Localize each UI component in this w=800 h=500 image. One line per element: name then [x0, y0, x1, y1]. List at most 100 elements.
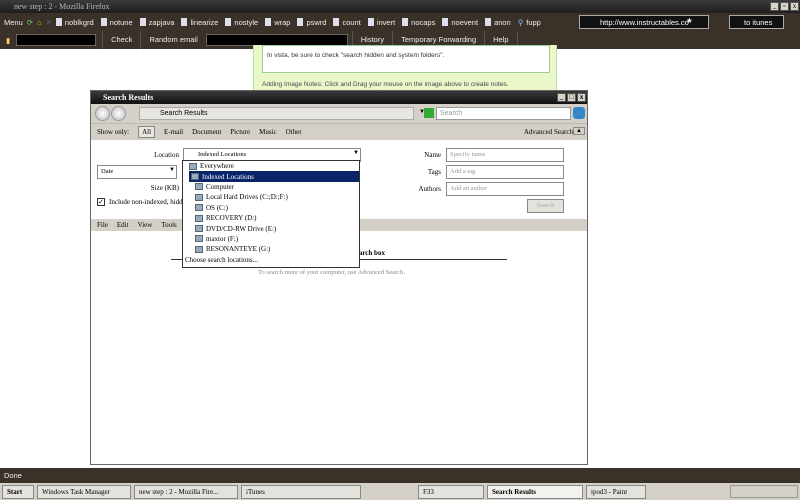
name-input[interactable]: Specify name — [446, 148, 564, 162]
chevron-down-icon: ▼ — [169, 167, 175, 173]
location-option[interactable]: RESONANTEYE (G:) — [183, 244, 359, 254]
page-icon — [442, 18, 449, 26]
bookmark-noblkgrd[interactable]: noblkgrd — [55, 18, 94, 27]
page-icon — [402, 18, 409, 26]
bookmark-linearize[interactable]: linearize — [181, 18, 218, 27]
page-icon — [265, 18, 272, 26]
tags-input[interactable]: Add a tag — [446, 165, 564, 179]
close-button[interactable]: x — [577, 93, 586, 102]
filter-email[interactable]: E-mail — [164, 128, 183, 136]
window-search-input[interactable]: Search — [436, 107, 571, 120]
authors-input[interactable]: Add an author — [446, 182, 564, 196]
chevron-down-icon: ▼ — [353, 150, 359, 156]
choose-search-locations[interactable]: Choose search locations... — [183, 255, 359, 265]
menu-file[interactable]: File — [97, 221, 108, 229]
reload-icon[interactable]: ⟳ — [27, 18, 33, 27]
page-icon — [55, 18, 62, 26]
taskbar-item-active[interactable]: Search Results — [487, 484, 583, 499]
page-icon — [297, 18, 304, 26]
forward-button[interactable] — [111, 106, 126, 121]
bookmark-count[interactable]: count — [333, 18, 361, 27]
tags-label: Tags — [427, 168, 441, 176]
location-dropdown: Everywhere Indexed Locations Computer Lo… — [182, 160, 360, 268]
taskbar-item[interactable]: ipod3 - Paint — [586, 484, 646, 499]
location-option[interactable]: maxtor (F:) — [183, 234, 359, 244]
bookmark-fupp[interactable]: ⚲ fupp — [518, 18, 541, 27]
menu-tools[interactable]: Tools — [161, 221, 176, 229]
usb-drive-icon — [195, 245, 203, 253]
star-icon[interactable]: ★ — [686, 16, 693, 25]
date-select[interactable]: Date ▼ — [97, 165, 177, 179]
taskbar-item[interactable]: iTunes — [241, 484, 361, 499]
filter-music[interactable]: Music — [259, 128, 277, 136]
start-button[interactable]: Start — [2, 484, 34, 499]
bookmark-pswrd[interactable]: pswrd — [297, 18, 326, 27]
bookmark-invert[interactable]: invert — [367, 18, 395, 27]
random-email-button[interactable]: Random email — [140, 31, 205, 49]
search-results-window: Search Results _ □ x Search Results ▼ Sear… — [90, 90, 588, 465]
navigation-toolbar: Menu ⟳ ⌂ ✕ noblkgrd notune zapjava linea… — [0, 13, 800, 31]
collapse-icon[interactable]: ▲ — [573, 127, 585, 135]
search-help-icon[interactable] — [573, 107, 585, 119]
bookmark-noevent[interactable]: noevent — [442, 18, 478, 27]
page-icon — [367, 18, 374, 26]
refresh-icon[interactable] — [424, 108, 434, 118]
bookmark-anon[interactable]: anon — [485, 18, 511, 27]
maximize-button[interactable]: □ — [567, 93, 576, 102]
size-label: Size (KB) — [150, 184, 179, 192]
filter-other[interactable]: Other — [286, 128, 302, 136]
back-button[interactable] — [95, 106, 110, 121]
location-option-selected[interactable]: Indexed Locations — [189, 171, 359, 182]
location-option[interactable]: RECOVERY (D:) — [183, 213, 359, 223]
include-label: Include non-indexed, hidd — [109, 198, 183, 206]
advanced-search-toggle[interactable]: Advanced Search — [524, 128, 573, 136]
window-title: new step : 2 - Mozilla Firefox — [14, 2, 110, 11]
minimize-button[interactable]: _ — [770, 2, 779, 11]
bookmark-nostyle[interactable]: nostyle — [225, 18, 258, 27]
menu-view[interactable]: View — [138, 221, 153, 229]
search-location-icon — [189, 162, 197, 170]
filter-document[interactable]: Document — [192, 128, 221, 136]
check-button[interactable]: Check — [102, 31, 140, 49]
bookmark-zapjava[interactable]: zapjava — [139, 18, 174, 27]
menu-button[interactable]: Menu — [4, 18, 23, 27]
drive-icon — [195, 235, 203, 243]
browser-search-input[interactable]: to itunes — [729, 15, 784, 29]
include-checkbox[interactable]: ✓ — [97, 198, 105, 206]
image-notes-text: Adding Image Notes: Click and Drag your … — [262, 81, 509, 88]
location-option[interactable]: Local Hard Drives (C:;D:;F:) — [183, 192, 359, 202]
bookmark-wrap[interactable]: wrap — [265, 18, 290, 27]
browser-title-bar: new step : 2 - Mozilla Firefox _ ▫ x — [0, 0, 800, 13]
show-only-label: Show only: — [97, 128, 130, 136]
drive-icon — [195, 193, 203, 201]
maximize-button[interactable]: ▫ — [780, 2, 789, 11]
page-note: In vista, be sure to check "search hidde… — [253, 45, 557, 91]
taskbar: Start Windows Task Manager new step : 2 … — [0, 483, 800, 500]
filter-bar: Show only: All E-mail Document Picture M… — [91, 123, 587, 140]
location-option[interactable]: OS (C:) — [183, 203, 359, 213]
email-input[interactable] — [16, 34, 97, 46]
location-option[interactable]: DVD/CD-RW Drive (E:) — [183, 223, 359, 233]
filter-picture[interactable]: Picture — [230, 128, 250, 136]
home-icon[interactable]: ⌂ — [37, 18, 42, 27]
taskbar-item[interactable]: Windows Task Manager — [37, 484, 131, 499]
address-box[interactable]: Search Results — [139, 107, 414, 120]
location-option[interactable]: Computer — [183, 182, 359, 192]
location-option[interactable]: Everywhere — [183, 161, 359, 171]
taskbar-item[interactable]: new step : 2 - Mozilla Fire... — [134, 484, 238, 499]
wrench-icon: ⚲ — [517, 17, 524, 27]
search-button[interactable]: Search — [527, 199, 564, 213]
bookmark-notune[interactable]: notune — [100, 18, 133, 27]
menu-edit[interactable]: Edit — [117, 221, 129, 229]
close-button[interactable]: x — [790, 2, 799, 11]
search-location-icon — [191, 173, 199, 181]
filter-all[interactable]: All — [138, 126, 156, 138]
taskbar-item[interactable]: F33 — [418, 484, 484, 499]
minimize-button[interactable]: _ — [557, 93, 566, 102]
page-icon — [100, 18, 107, 26]
dvd-drive-icon — [195, 225, 203, 233]
system-tray — [730, 485, 798, 498]
status-bar: Done — [0, 468, 800, 483]
bookmark-nocaps[interactable]: nocaps — [402, 18, 435, 27]
stop-icon[interactable]: ✕ — [46, 18, 52, 27]
